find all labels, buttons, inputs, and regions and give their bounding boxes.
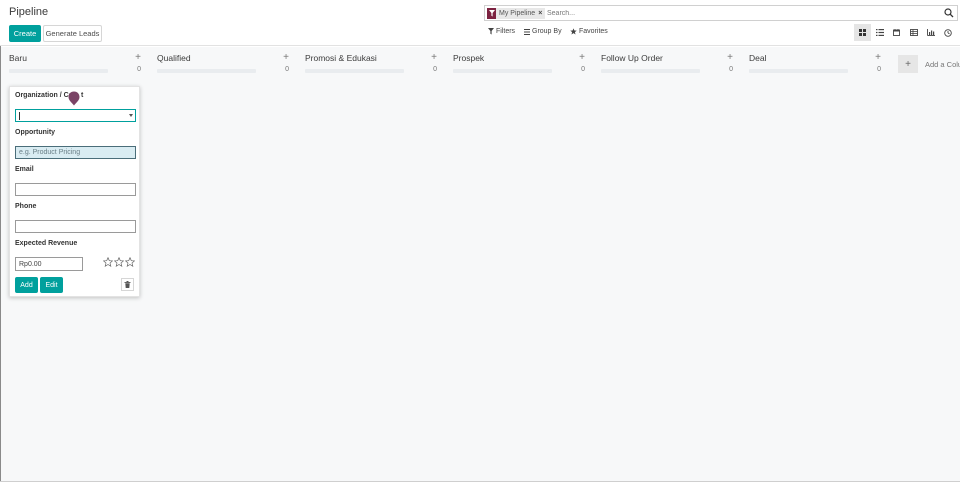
quick-create-add-button[interactable]: Add xyxy=(15,277,38,293)
priority-stars xyxy=(103,257,135,267)
clock-icon xyxy=(943,28,952,37)
quick-create-card: Organization / Co t Opportunity e.g. Prod… xyxy=(9,86,140,297)
column-quick-create-button[interactable]: + xyxy=(875,52,881,63)
column-count: 0 xyxy=(433,66,437,73)
filters-button[interactable]: Filters xyxy=(488,28,515,35)
filters-label: Filters xyxy=(496,28,516,35)
calendar-icon xyxy=(893,29,900,36)
column-count: 0 xyxy=(877,66,881,73)
view-switcher xyxy=(854,24,956,41)
kanban-column-qualified: Qualified + 0 xyxy=(149,47,289,77)
column-progress-bar[interactable] xyxy=(453,69,552,73)
kanban-column-prospek: Prospek + 0 xyxy=(445,47,585,77)
opportunity-input[interactable]: e.g. Product Pricing xyxy=(15,146,136,159)
group-by-label: Group By xyxy=(532,28,562,35)
list-icon xyxy=(875,29,884,36)
organization-select[interactable] xyxy=(15,109,136,122)
activity-view-button[interactable] xyxy=(939,24,956,41)
priority-star-icon[interactable] xyxy=(114,257,124,267)
column-quick-create-button[interactable]: + xyxy=(579,52,585,63)
phone-label: Phone xyxy=(15,203,37,210)
generate-leads-button[interactable]: Generate Leads xyxy=(43,25,102,42)
email-label: Email xyxy=(15,166,34,173)
control-panel: Pipeline Create Generate Leads My Pipeli… xyxy=(0,0,960,46)
page-title: Pipeline xyxy=(9,6,49,18)
column-quick-create-button[interactable]: + xyxy=(283,52,289,63)
column-quick-create-button[interactable]: + xyxy=(727,52,733,63)
search-input[interactable] xyxy=(547,7,937,19)
search-icon[interactable] xyxy=(944,8,954,18)
column-progress-bar[interactable] xyxy=(601,69,700,73)
plus-icon: + xyxy=(898,55,918,73)
table-icon xyxy=(909,29,918,36)
column-title[interactable]: Prospek xyxy=(453,53,484,63)
column-progress-bar[interactable] xyxy=(305,69,404,73)
add-column-button[interactable]: + Add a Colu xyxy=(898,55,960,73)
column-progress-bar[interactable] xyxy=(157,69,256,73)
favorites-button[interactable]: Favorites xyxy=(570,28,608,35)
star-icon xyxy=(570,28,577,35)
column-count: 0 xyxy=(285,66,289,73)
column-count: 0 xyxy=(729,66,733,73)
chart-icon xyxy=(926,29,935,36)
column-quick-create-button[interactable]: + xyxy=(135,52,141,63)
facet-remove-icon[interactable]: × xyxy=(538,10,545,17)
bars-icon xyxy=(524,28,530,35)
kanban-column-baru: Baru + 0 xyxy=(1,47,141,77)
trash-icon xyxy=(124,281,131,288)
kanban-column-follow-up-order: Follow Up Order + 0 xyxy=(593,47,733,77)
list-view-button[interactable] xyxy=(871,24,888,41)
column-title[interactable]: Qualified xyxy=(157,53,191,63)
favorites-label: Favorites xyxy=(579,28,608,35)
create-button[interactable]: Create xyxy=(9,25,41,42)
mouse-cursor-icon xyxy=(68,91,80,106)
column-count: 0 xyxy=(137,66,141,73)
phone-input[interactable] xyxy=(15,220,136,233)
calendar-view-button[interactable] xyxy=(888,24,905,41)
column-title[interactable]: Follow Up Order xyxy=(601,53,663,63)
kanban-board: Baru + 0 Qualified + 0 Promosi & Edukasi… xyxy=(1,47,960,481)
expected-revenue-input[interactable]: Rp0.00 xyxy=(15,257,83,271)
kanban-column-promosi-edukasi: Promosi & Edukasi + 0 xyxy=(297,47,437,77)
opportunity-label: Opportunity xyxy=(15,129,56,136)
column-title[interactable]: Baru xyxy=(9,53,27,63)
expected-revenue-label: Expected Revenue xyxy=(15,240,78,247)
priority-star-icon[interactable] xyxy=(103,257,113,267)
column-quick-create-button[interactable]: + xyxy=(431,52,437,63)
facet-label: My Pipeline xyxy=(499,10,536,17)
column-count: 0 xyxy=(581,66,585,73)
search-bar[interactable]: My Pipeline × xyxy=(484,5,958,21)
kanban-column-deal: Deal + 0 xyxy=(741,47,881,77)
column-progress-bar[interactable] xyxy=(749,69,848,73)
column-progress-bar[interactable] xyxy=(9,69,108,73)
column-title[interactable]: Promosi & Edukasi xyxy=(305,53,377,63)
pivot-view-button[interactable] xyxy=(905,24,922,41)
kanban-icon xyxy=(859,29,866,36)
text-cursor xyxy=(19,111,20,120)
search-facet: My Pipeline × xyxy=(487,8,546,19)
dropdown-caret-icon[interactable] xyxy=(129,114,133,117)
filter-icon xyxy=(487,8,496,19)
filter-funnel-icon xyxy=(488,28,494,35)
email-input[interactable] xyxy=(15,183,136,196)
graph-view-button[interactable] xyxy=(922,24,939,41)
add-column-label: Add a Colu xyxy=(925,59,960,69)
kanban-view-button[interactable] xyxy=(854,24,871,41)
group-by-button[interactable]: Group By xyxy=(524,28,562,35)
discard-button[interactable] xyxy=(121,278,134,291)
quick-create-edit-button[interactable]: Edit xyxy=(40,277,63,293)
priority-star-icon[interactable] xyxy=(125,257,135,267)
column-title[interactable]: Deal xyxy=(749,53,766,63)
